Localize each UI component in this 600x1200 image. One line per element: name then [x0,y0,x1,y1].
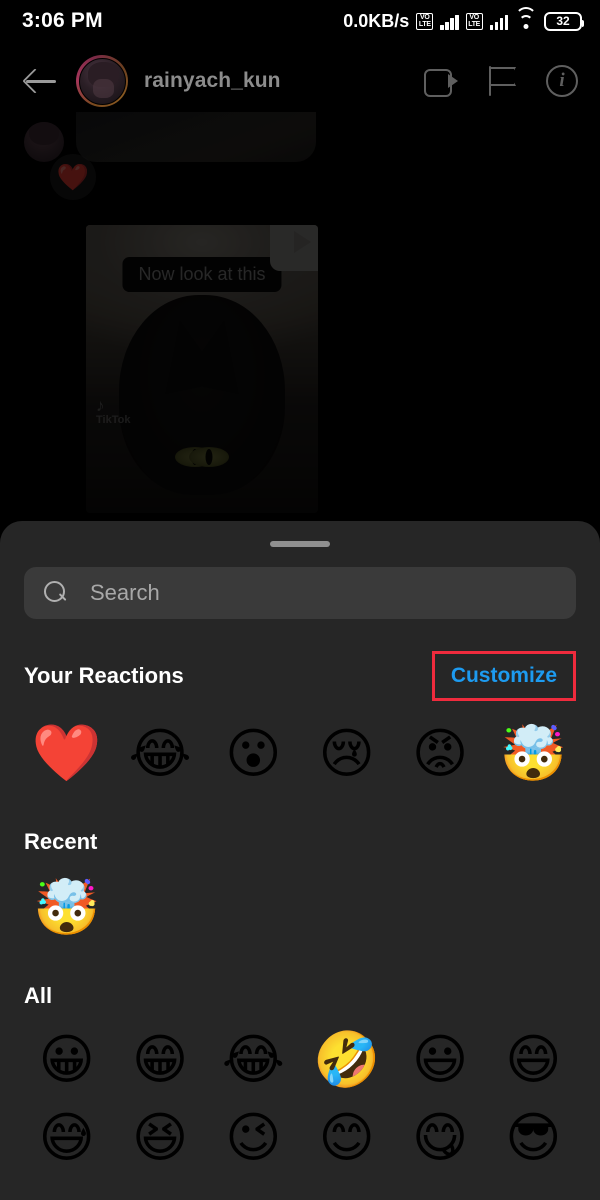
back-arrow-icon[interactable] [22,62,60,100]
header-actions: i [424,65,578,97]
emoji-grinning-squinting-face[interactable]: 😆 [113,1099,206,1177]
emoji-crying-face[interactable]: 😢 [300,715,393,793]
emoji-winking-face[interactable]: 😉 [207,1099,300,1177]
customize-highlight-box: Customize [431,651,576,701]
emoji-face-with-open-mouth[interactable]: 😮 [207,715,300,793]
chat-username[interactable]: rainyach_kun [144,69,424,93]
emoji-exploding-head[interactable]: 🤯 [487,715,580,793]
emoji-beaming-face-with-smiling-eyes[interactable]: 😁 [113,1021,206,1099]
emoji-rolling-on-the-floor-laughing[interactable]: 🤣 [300,1021,393,1099]
volte-icon-sim2: VO LTE [465,12,483,30]
volte-icon-sim1: VO LTE [416,12,434,30]
volte-top-label-2: VO [469,14,479,21]
your-reactions-title: Your Reactions [24,663,184,688]
avatar[interactable] [76,55,128,107]
phone-screen: 3:06 PM 0.0KB/s VO LTE VO LTE 32 rainyac… [0,0,600,1200]
chat-header: rainyach_kun i [0,48,600,114]
emoji-smiling-face-with-smiling-eyes[interactable]: 😊 [300,1099,393,1177]
status-indicators: 0.0KB/s VO LTE VO LTE 32 [343,6,584,32]
recent-grid: 🤯 [0,869,600,947]
info-circle-icon[interactable]: i [546,65,578,97]
your-reactions-grid: ❤️ 😂 😮 😢 😡 🤯 [0,715,600,793]
emoji-pouting-face[interactable]: 😡 [393,715,486,793]
search-icon [44,581,68,605]
signal-bars-icon-sim1 [440,13,459,30]
search-input[interactable]: Search [24,567,576,619]
emoji-grinning-face-with-smiling-eyes[interactable]: 😄 [487,1021,580,1099]
emoji-grinning-face-with-sweat[interactable]: 😅 [20,1099,113,1177]
all-title: All [24,983,53,1008]
signal-bars-icon-sim2 [489,13,508,30]
wifi-icon [515,6,537,30]
volte-bottom-label-2: LTE [468,21,481,28]
emoji-face-with-tears-of-joy-all[interactable]: 😂 [207,1021,300,1099]
all-emoji-grid: 😀 😁 😂 🤣 😃 😄 😅 😆 😉 😊 😋 😎 [0,1021,600,1177]
your-reactions-header: Your Reactions Customize [0,651,600,701]
network-speed-text: 0.0KB/s [343,10,410,31]
battery-icon: 32 [544,11,584,31]
search-placeholder: Search [90,580,160,605]
volte-top-label: VO [420,14,430,21]
emoji-grinning-face-with-big-eyes[interactable]: 😃 [393,1021,486,1099]
emoji-face-with-tears-of-joy[interactable]: 😂 [113,715,206,793]
recent-title: Recent [24,829,98,854]
sheet-drag-handle[interactable] [270,541,330,547]
customize-button[interactable]: Customize [451,664,557,687]
avatar-image [78,57,126,105]
emoji-smiling-face-with-sunglasses[interactable]: 😎 [487,1099,580,1177]
battery-level-label: 32 [556,14,570,28]
emoji-red-heart[interactable]: ❤️ [20,715,113,793]
status-bar: 3:06 PM 0.0KB/s VO LTE VO LTE 32 [0,0,600,42]
emoji-recent-exploding-head[interactable]: 🤯 [20,869,113,947]
emoji-picker-sheet: Search Your Reactions Customize ❤️ 😂 😮 😢… [0,521,600,1200]
status-time: 3:06 PM [22,9,103,32]
emoji-face-savoring-food[interactable]: 😋 [393,1099,486,1177]
volte-bottom-label: LTE [418,21,431,28]
video-camera-icon[interactable] [424,69,458,97]
emoji-grinning-face[interactable]: 😀 [20,1021,113,1099]
flag-icon[interactable] [488,66,516,96]
